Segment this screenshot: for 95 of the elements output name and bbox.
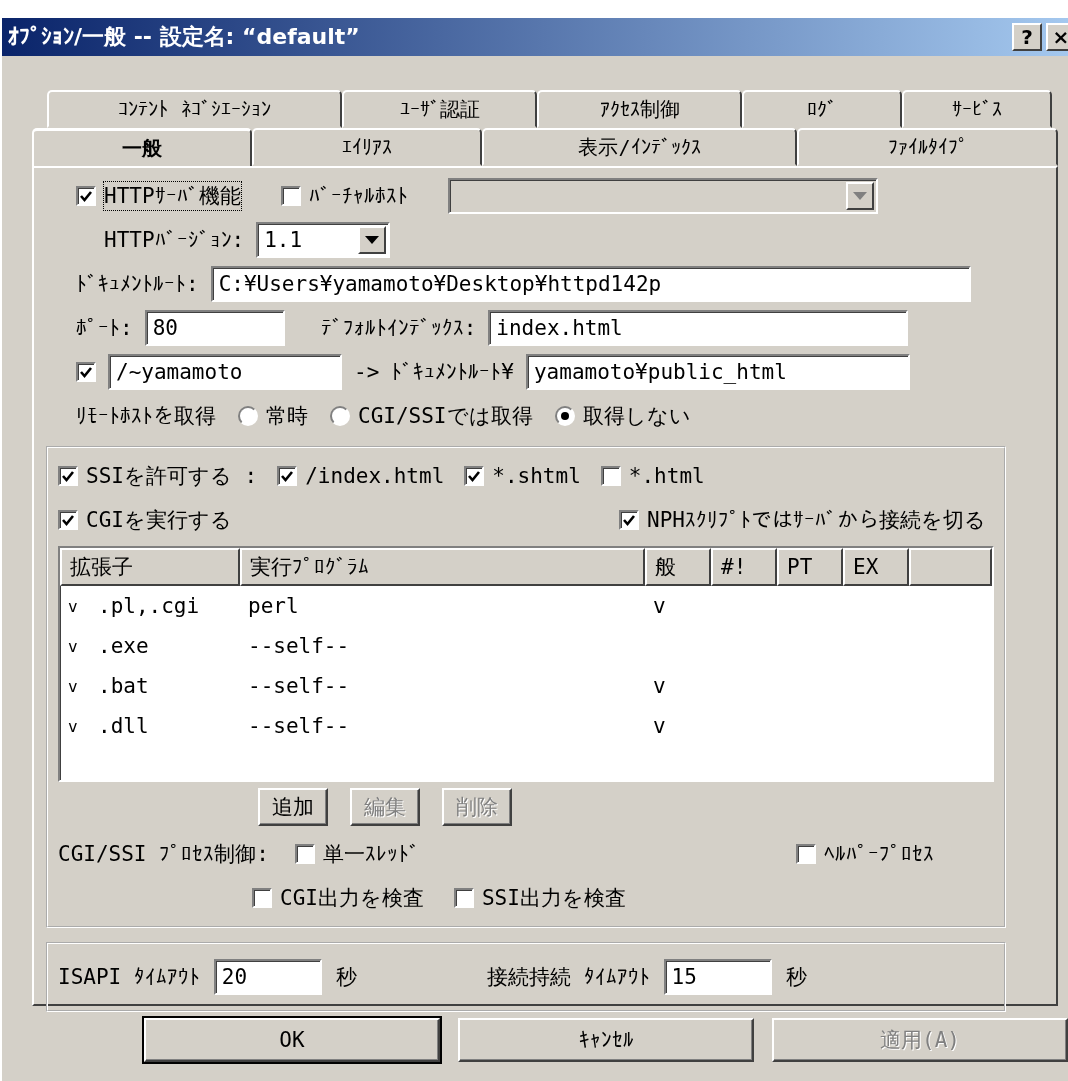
tab[interactable]: ｴｲﾘｱｽ [252, 128, 482, 166]
table-cell-text: --self-- [248, 674, 351, 698]
text-field[interactable]: yamamoto¥public_html [525, 354, 910, 390]
checkbox[interactable] [277, 466, 298, 486]
checkbox[interactable] [76, 186, 96, 206]
checkbox[interactable] [453, 888, 474, 908]
unit-label: 秒 [785, 964, 807, 991]
table-cell-text: v [68, 596, 79, 616]
checkbox[interactable] [58, 466, 78, 486]
checkbox-label[interactable]: SSIを許可する : [86, 462, 258, 490]
table-cell-text: v [68, 716, 79, 736]
checkbox-label[interactable]: ﾍﾙﾊﾟｰﾌﾟﾛｾｽ [824, 842, 934, 866]
checkbox-label[interactable]: HTTPｻｰﾊﾞ機能 [104, 182, 241, 210]
table-cell-text: v [68, 636, 79, 656]
text-field[interactable]: C:¥Users¥yamamoto¥Desktop¥httpd142p [210, 266, 971, 302]
checkbox-label[interactable]: *.shtml [492, 464, 581, 488]
table-cell-text: .exe [98, 634, 150, 658]
checkmark-icon [61, 469, 75, 483]
checkbox[interactable] [58, 510, 78, 530]
field-label: 接続持続 ﾀｲﾑｱｳﾄ [486, 964, 650, 991]
table-cell-text: --self-- [248, 634, 351, 658]
tab[interactable]: ｺﾝﾃﾝﾄ ﾈｺﾞｼｴｰｼｮﾝ [47, 90, 342, 128]
radio-button[interactable] [554, 406, 575, 426]
checkbox-label[interactable]: NPHｽｸﾘﾌﾟﾄではｻｰﾊﾞから接続を切る [647, 506, 986, 534]
checkbox-label[interactable]: /index.html [305, 464, 445, 488]
close-button[interactable]: × [1046, 23, 1068, 51]
text-field[interactable]: 15 [663, 959, 772, 995]
checkbox[interactable] [252, 888, 272, 908]
field-label: ISAPI ﾀｲﾑｱｳﾄ [58, 965, 200, 989]
text-field[interactable]: index.html [488, 310, 909, 346]
checkbox[interactable] [76, 362, 96, 382]
tab[interactable]: ｱｸｾｽ制御 [537, 90, 742, 128]
tab[interactable]: 一般 [32, 128, 252, 166]
column-header[interactable]: 般 [645, 548, 711, 586]
text-field[interactable]: 20 [213, 959, 322, 995]
field-label: ﾃﾞﾌｫﾙﾄｲﾝﾃﾞｯｸｽ: [320, 316, 477, 340]
checkbox[interactable] [280, 186, 301, 206]
table-cell-text: .pl,.cgi [98, 594, 201, 618]
button[interactable]: 追加 [258, 788, 328, 826]
radio-label[interactable]: 常時 [266, 402, 308, 430]
text-field[interactable]: 80 [144, 310, 285, 346]
tab[interactable]: ﾕｰｻﾞ認証 [342, 90, 537, 128]
radio-label[interactable]: 取得しない [582, 402, 691, 430]
checkmark-icon [467, 469, 482, 483]
field-label: ﾄﾞｷｭﾒﾝﾄﾙｰﾄ: [76, 272, 199, 296]
help-button[interactable]: ? [1012, 23, 1042, 51]
field-label: CGI/SSI ﾌﾟﾛｾｽ制御: [58, 841, 269, 868]
text-field[interactable]: /~yamamoto [108, 354, 342, 390]
checkbox[interactable] [600, 466, 621, 486]
checkbox[interactable] [619, 510, 640, 530]
unit-label: 秒 [335, 964, 357, 991]
column-header[interactable]: 実行ﾌﾟﾛｸﾞﾗﾑ [240, 548, 645, 586]
checkbox-label[interactable]: 単一ｽﾚｯﾄﾞ [322, 840, 420, 868]
tab[interactable]: ﾌｧｲﾙﾀｲﾌﾟ [797, 128, 1058, 166]
table-cell-text: .dll [98, 714, 150, 738]
tab[interactable]: ﾛｸﾞ [742, 90, 902, 128]
tab[interactable]: ｻｰﾋﾞｽ [902, 90, 1052, 128]
table-cell-text: v [653, 714, 667, 738]
button[interactable]: ｷｬﾝｾﾙ [458, 1018, 754, 1062]
dropdown-value: 1.1 [264, 228, 303, 252]
radio-button[interactable] [238, 406, 258, 426]
checkbox[interactable] [294, 844, 315, 864]
column-header[interactable]: #! [711, 548, 777, 586]
radio-label[interactable]: CGI/SSIでは取得 [358, 402, 533, 430]
table-cell-text: v [68, 676, 79, 696]
checkbox[interactable] [464, 466, 485, 486]
checkbox-label[interactable]: *.html [628, 464, 705, 488]
arrow-text: -> [354, 360, 380, 384]
checkmark-icon [79, 365, 93, 379]
radio-button[interactable] [330, 406, 350, 426]
checkbox[interactable] [796, 844, 816, 864]
table-cell-text: v [653, 594, 667, 618]
checkbox-label[interactable]: CGIを実行する [86, 506, 232, 534]
version-dropdown[interactable]: 1.1 [256, 222, 391, 258]
table-cell-text: perl [248, 594, 300, 618]
column-header[interactable]: EX [843, 548, 909, 586]
field-label: ﾘﾓｰﾄﾎｽﾄを取得 [76, 403, 216, 430]
window-title: ｵﾌﾟｼｮﾝ/一般 -- 設定名: “default” [8, 23, 361, 51]
table-cell-text: --self-- [248, 714, 351, 738]
checkbox-label[interactable]: SSI出力を検査 [481, 884, 626, 912]
table-cell-text: v [653, 674, 667, 698]
checkmark-icon [79, 189, 93, 203]
checkmark-icon [622, 513, 637, 527]
column-header[interactable]: PT [777, 548, 843, 586]
table-cell-text: .bat [98, 674, 150, 698]
checkmark-icon [61, 513, 75, 527]
column-header[interactable]: 拡張子 [60, 548, 240, 586]
field-label: ﾎﾟｰﾄ: [76, 316, 133, 340]
field-label: ﾄﾞｷｭﾒﾝﾄﾙｰﾄ¥ [391, 360, 514, 384]
checkbox-label[interactable]: ﾊﾞｰﾁｬﾙﾎｽﾄ [308, 184, 408, 208]
button[interactable]: OK [144, 1018, 440, 1062]
field-label: HTTPﾊﾞｰｼﾞｮﾝ: [104, 228, 245, 252]
checkbox-label[interactable]: CGI出力を検査 [280, 884, 424, 912]
tab[interactable]: 表示/ｲﾝﾃﾞｯｸｽ [482, 128, 797, 166]
checkmark-icon [280, 469, 295, 483]
